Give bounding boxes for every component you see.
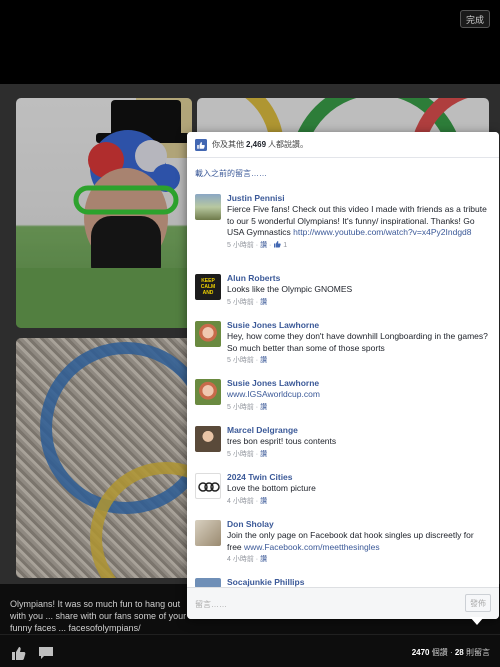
comment-text: www.IGSAworldcup.com bbox=[227, 389, 489, 401]
avatar[interactable] bbox=[195, 321, 221, 347]
comment-time: 5 小時前 bbox=[227, 298, 254, 306]
comment-link[interactable]: http://www.youtube.com/watch?v=x4Py2Indg… bbox=[293, 227, 471, 237]
comment-time: 5 小時前 bbox=[227, 403, 254, 411]
olympic-rings-logo-icon bbox=[198, 482, 220, 492]
comment-input[interactable] bbox=[195, 595, 457, 613]
avatar[interactable] bbox=[195, 473, 221, 499]
commenter-name[interactable]: Justin Pennisi bbox=[227, 192, 489, 204]
top-bar: 完成 bbox=[0, 0, 500, 84]
comment-time: 5 小時前 bbox=[227, 241, 254, 249]
photo-man-illustration bbox=[16, 98, 192, 328]
commenter-name[interactable]: Don Sholay bbox=[227, 518, 489, 530]
load-previous-comments-link[interactable]: 載入之前的留言…… bbox=[195, 168, 267, 179]
comment-meta: 5 小時前 · 讚 · 1 bbox=[227, 240, 288, 249]
popover-arrow bbox=[470, 617, 484, 625]
comment-link[interactable]: www.Facebook.com/meetthesingles bbox=[244, 542, 380, 552]
likes-count: 2470 bbox=[411, 648, 430, 657]
comment-time: 5 小時前 bbox=[227, 450, 254, 458]
photo-man-with-rainbow-wig[interactable] bbox=[16, 98, 192, 328]
comment-text: Join the only page on Facebook dat hook … bbox=[227, 530, 489, 553]
bottom-action-bar: 2470 個讚 · 28 則留言 bbox=[0, 634, 500, 667]
comment-like-link[interactable]: 讚 bbox=[260, 404, 267, 411]
comment-text: Love the bottom picture bbox=[227, 483, 316, 493]
comment-like-link[interactable]: 讚 bbox=[260, 299, 267, 306]
like-icon[interactable] bbox=[10, 645, 26, 661]
comment-like-link[interactable]: 讚 bbox=[260, 357, 267, 364]
comments-popover: 你及其他 2,469 人都說讚。 載入之前的留言…… Justin Pennis… bbox=[187, 132, 499, 619]
comment-like-link[interactable]: 讚 bbox=[260, 498, 267, 505]
photo-mosaic-faces[interactable] bbox=[16, 338, 192, 578]
comment-text: Fierce Five fans! Check out this video I… bbox=[227, 204, 489, 239]
likes-suffix: 人都說讚。 bbox=[268, 140, 309, 149]
likes-prefix: 你及其他 bbox=[212, 140, 244, 149]
likes-label: 個讚 bbox=[431, 648, 448, 657]
engagement-counts[interactable]: 2470 個讚 · 28 則留言 bbox=[412, 647, 490, 658]
avatar[interactable] bbox=[195, 379, 221, 405]
avatar[interactable] bbox=[195, 194, 221, 220]
photo-caption: Olympians! It was so much fun to hang ou… bbox=[10, 599, 187, 633]
post-button[interactable]: 發佈 bbox=[465, 594, 491, 612]
separator: · bbox=[449, 648, 453, 657]
comment-meta: 5 小時前 · 讚 bbox=[227, 357, 268, 364]
comment-input-area: 發佈 bbox=[187, 587, 499, 619]
comment-text: Hey, how come they don't have downhill L… bbox=[227, 331, 488, 353]
comment-like-link[interactable]: 讚 bbox=[260, 556, 267, 563]
comment-text: Looks like the Olympic GNOMES bbox=[227, 284, 353, 294]
comment-time: 4 小時前 bbox=[227, 497, 254, 505]
comment-meta: 4 小時前 · 讚 bbox=[227, 497, 268, 505]
avatar[interactable]: KEEP CALM AND bbox=[195, 274, 221, 300]
comment-time: 5 小時前 bbox=[227, 357, 254, 364]
comment-meta: 4 小時前 · 讚 bbox=[227, 556, 268, 563]
avatar[interactable] bbox=[195, 426, 221, 452]
thumbs-up-icon bbox=[195, 138, 207, 151]
comment-meta: 5 小時前 · 讚 bbox=[227, 403, 268, 411]
comment-time: 4 小時前 bbox=[227, 556, 254, 563]
commenter-name[interactable]: Susie Jones Lawhorne bbox=[227, 377, 489, 389]
done-button[interactable]: 完成 bbox=[460, 10, 490, 28]
commenter-name[interactable]: Alun Roberts bbox=[227, 272, 489, 284]
comment-meta: 5 小時前 · 讚 bbox=[227, 450, 268, 458]
comment-icon[interactable] bbox=[38, 645, 54, 661]
mosaic-rings-illustration bbox=[40, 342, 192, 578]
comment-text: tres bon esprit! tous contents bbox=[227, 436, 337, 446]
comment-link[interactable]: www.IGSAworldcup.com bbox=[227, 389, 320, 399]
comment-like-link[interactable]: 讚 bbox=[260, 242, 267, 249]
comment-like-count: 1 bbox=[283, 241, 288, 249]
comment-meta: 5 小時前 · 讚 bbox=[227, 298, 268, 306]
commenter-name[interactable]: Marcel Delgrange bbox=[227, 424, 489, 436]
comments-label: 則留言 bbox=[466, 648, 490, 657]
comment-like-link[interactable]: 讚 bbox=[260, 451, 267, 458]
avatar[interactable] bbox=[195, 520, 221, 546]
likes-total: 2,469 bbox=[246, 140, 267, 149]
commenter-name[interactable]: 2024 Twin Cities bbox=[227, 471, 489, 483]
commenter-name[interactable]: Susie Jones Lawhorne bbox=[227, 319, 489, 331]
thumbs-up-icon bbox=[274, 240, 282, 247]
comments-count: 28 bbox=[454, 648, 464, 657]
likes-summary[interactable]: 你及其他 2,469 人都說讚。 bbox=[187, 132, 499, 158]
